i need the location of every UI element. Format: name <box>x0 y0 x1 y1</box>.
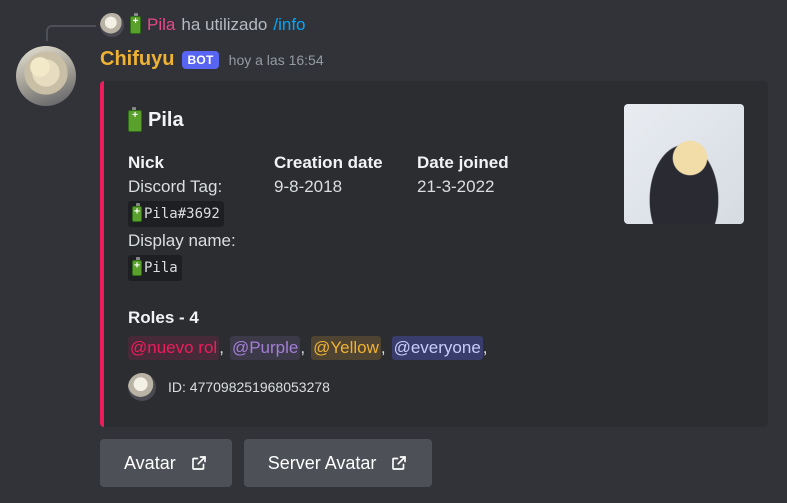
avatar-button[interactable]: Avatar <box>100 439 232 487</box>
role-mention-nuevo-rol[interactable]: @nuevo rol <box>128 336 220 360</box>
footer-avatar-icon <box>128 373 156 401</box>
role-mention-yellow[interactable]: @Yellow <box>311 336 381 360</box>
roles-list: @nuevo rol, @Purple, @Yellow, @everyone, <box>128 336 494 360</box>
field-date-joined-name: Date joined <box>417 153 509 172</box>
avatar-button-label: Avatar <box>124 452 176 473</box>
embed-thumbnail[interactable] <box>624 104 744 224</box>
display-name-value: Pila <box>144 260 178 276</box>
action-row: Avatar Server Avatar <box>100 439 433 487</box>
bot-username[interactable]: Chifuyu <box>100 48 174 71</box>
discord-tag-code: Pila#3692 <box>128 201 224 227</box>
field-nick-name: Nick <box>128 153 164 172</box>
battery-emoji-icon <box>132 257 142 276</box>
bot-badge: BOT <box>182 50 219 69</box>
external-link-icon <box>392 456 407 470</box>
message-header: Chifuyu BOT hoy a las 16:54 <box>100 48 324 71</box>
field-date-joined-value: 21-3-2022 <box>417 177 495 196</box>
reply-command[interactable]: /info <box>273 15 305 35</box>
battery-emoji-icon <box>132 203 142 222</box>
reply-user-avatar[interactable] <box>100 13 124 37</box>
role-mention-everyone[interactable]: @everyone <box>391 336 483 360</box>
field-date-joined: Date joined 21-3-2022 <box>417 151 509 199</box>
discord-tag-value: Pila#3692 <box>144 206 220 222</box>
server-avatar-button-label: Server Avatar <box>267 452 377 473</box>
embed-title-text: Pila <box>148 109 184 131</box>
field-creation-date: Creation date 9-8-2018 <box>274 151 383 199</box>
battery-emoji-icon <box>130 13 141 34</box>
field-creation-date-name: Creation date <box>274 153 383 172</box>
field-creation-date-value: 9-8-2018 <box>274 177 343 196</box>
reply-username[interactable]: Pila <box>147 15 175 35</box>
server-avatar-button[interactable]: Server Avatar <box>243 439 433 487</box>
discord-tag-label: Discord Tag: <box>128 177 223 196</box>
embed-title: Pila <box>128 106 184 132</box>
footer-user-id: ID: 477098251968053278 <box>168 379 330 395</box>
field-roles-name: Roles - 4 <box>128 308 199 327</box>
reply-reference[interactable]: Pila ha utilizado /info <box>100 12 306 38</box>
external-link-icon <box>191 456 206 470</box>
display-name-code: Pila <box>128 255 182 281</box>
display-name-label: Display name: <box>128 231 236 250</box>
reply-connector <box>46 25 96 41</box>
message-timestamp: hoy a las 16:54 <box>228 51 324 68</box>
field-roles: Roles - 4 @nuevo rol, @Purple, @Yellow, … <box>128 306 494 360</box>
embed-footer: ID: 477098251968053278 <box>128 373 330 401</box>
user-info-embed: Pila Nick Discord Tag: Pila#3692 Display… <box>100 81 768 427</box>
field-nick: Nick Discord Tag: Pila#3692 Display name… <box>128 151 268 283</box>
battery-emoji-icon <box>128 106 142 132</box>
bot-avatar[interactable] <box>16 46 76 106</box>
reply-text: ha utilizado <box>181 15 268 34</box>
role-mention-purple[interactable]: @Purple <box>229 336 301 360</box>
